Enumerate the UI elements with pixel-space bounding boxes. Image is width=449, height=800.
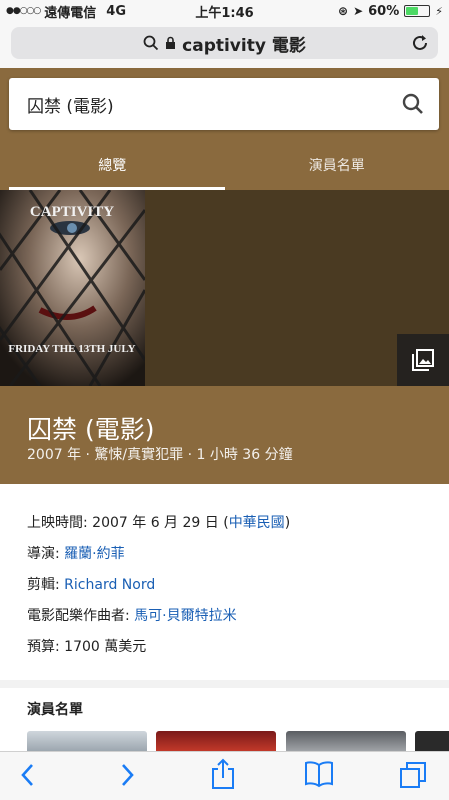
poster-tagline: FRIDAY THE 13TH JULY [8, 343, 135, 355]
media-strip: CAPTIVITY FRIDAY THE 13TH JULY [0, 190, 449, 386]
fact-release: 上映時間: 2007 年 6 月 29 日 (中華民國) [27, 512, 290, 532]
charging-icon: ⚡ [435, 4, 443, 18]
result-tabs: 總覽 演員名單 [0, 148, 449, 190]
cast-thumb[interactable] [415, 731, 449, 752]
cast-heading: 演員名單 [27, 702, 83, 718]
browser-address-bar: captivity 電影 [0, 22, 449, 68]
movie-subtitle: 2007 年 · 驚悚/真實犯罪 · 1 小時 36 分鐘 [27, 447, 293, 463]
poster-title: CAPTIVITY [30, 204, 114, 220]
search-input[interactable]: 囚禁 (電影) [9, 78, 439, 130]
editor-link[interactable]: Richard Nord [64, 577, 155, 593]
photos-icon [412, 349, 434, 371]
location-icon: ➤ [353, 4, 364, 18]
back-icon[interactable] [18, 762, 38, 788]
fact-director-label: 導演: [27, 546, 65, 562]
fact-release-end: ) [284, 515, 291, 531]
bookmarks-icon[interactable] [304, 760, 334, 788]
search-header: 囚禁 (電影) 總覽 演員名單 [0, 68, 449, 190]
forward-icon[interactable] [117, 762, 137, 788]
reload-icon[interactable] [410, 32, 430, 54]
fact-budget-label: 預算: [27, 639, 65, 655]
share-icon[interactable] [210, 758, 236, 790]
tab-overview[interactable]: 總覽 [0, 148, 225, 190]
movie-poster[interactable]: CAPTIVITY FRIDAY THE 13TH JULY [0, 190, 145, 386]
battery-icon [404, 5, 431, 17]
fact-budget-value: 1700 萬美元 [64, 639, 147, 655]
fact-release-value: 2007 年 6 月 29 日 ( [92, 515, 229, 531]
cast-thumb[interactable] [156, 731, 276, 752]
cast-thumb[interactable] [286, 731, 406, 752]
clock: 上午1:46 [195, 5, 254, 21]
knowledge-title: 囚禁 (電影) 2007 年 · 驚悚/真實犯罪 · 1 小時 36 分鐘 [0, 386, 449, 484]
director-link[interactable]: 羅蘭·約菲 [64, 546, 124, 562]
gallery-button[interactable] [397, 334, 449, 386]
fact-composer-label: 電影配樂作曲者: [27, 608, 135, 624]
battery-percent: 60% [368, 3, 400, 19]
browser-toolbar [0, 751, 449, 800]
fact-release-label: 上映時間: [27, 515, 93, 531]
movie-title: 囚禁 (電影) [27, 415, 155, 444]
fact-editor-label: 剪輯: [27, 577, 65, 593]
status-bar: ●●○○○ 遠傳電信 4G 上午1:46 ⊛ ➤ 60% ⚡ [0, 0, 449, 22]
fact-budget: 預算: 1700 萬美元 [27, 636, 146, 656]
fact-composer: 電影配樂作曲者: 馬可·貝爾特拉米 [27, 605, 237, 625]
fact-director: 導演: 羅蘭·約菲 [27, 543, 125, 563]
composer-link[interactable]: 馬可·貝爾特拉米 [134, 608, 236, 624]
url-text: captivity 電影 [182, 35, 306, 56]
lock-icon [166, 36, 176, 49]
search-query: 囚禁 (電影) [27, 96, 114, 117]
lock-rotation-icon: ⊛ [338, 4, 349, 18]
facts-panel: 上映時間: 2007 年 6 月 29 日 (中華民國) 導演: 羅蘭·約菲 剪… [0, 484, 449, 680]
tabs-icon[interactable] [399, 761, 429, 789]
search-icon [143, 35, 159, 51]
fact-editor: 剪輯: Richard Nord [27, 574, 155, 594]
release-country-link[interactable]: 中華民國 [229, 515, 285, 531]
tab-cast[interactable]: 演員名單 [225, 148, 449, 190]
url-field[interactable]: captivity 電影 [11, 27, 438, 59]
search-button-icon[interactable] [401, 92, 425, 116]
cast-section: 演員名單 [0, 688, 449, 752]
cast-thumb[interactable] [27, 731, 147, 752]
